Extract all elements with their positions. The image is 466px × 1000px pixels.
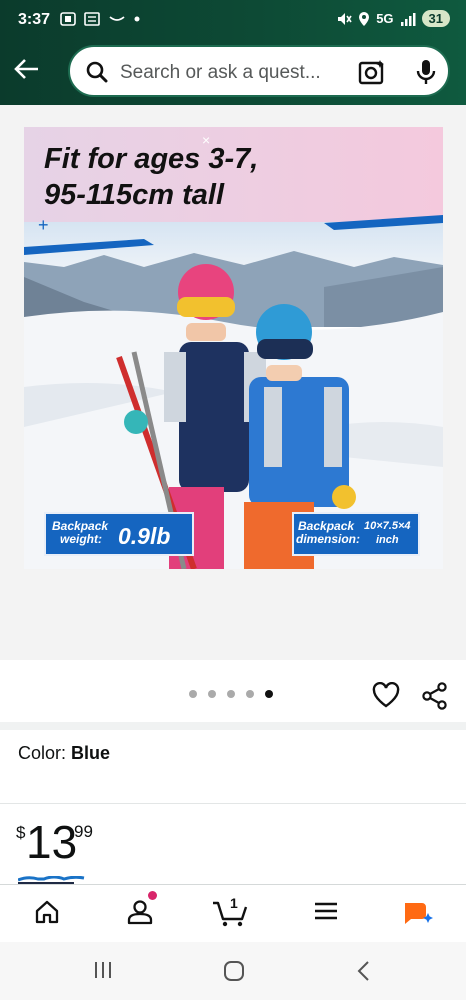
color-value: Blue [71, 743, 111, 763]
notification-dot [148, 891, 157, 900]
carousel-dot[interactable] [189, 690, 197, 698]
microphone-icon[interactable] [416, 59, 436, 85]
cart-count: 1 [230, 895, 238, 911]
status-bar: 3:37 5G 31 [0, 0, 466, 40]
news-icon [84, 12, 100, 26]
back-button-icon[interactable] [356, 960, 370, 982]
product-image[interactable]: + × Fit for ages 3-7, 95-115cm tall Back… [24, 127, 443, 569]
carousel-dot-active[interactable] [265, 690, 273, 698]
image-carousel-controls [0, 660, 466, 722]
menu-icon[interactable] [314, 899, 338, 923]
carousel-dot[interactable] [246, 690, 254, 698]
dot-icon [134, 16, 140, 22]
location-icon [359, 11, 370, 26]
back-arrow-icon[interactable] [14, 58, 40, 80]
network-type: 5G [376, 11, 394, 26]
mute-icon [338, 12, 352, 25]
price-fraction: 99 [74, 822, 93, 841]
search-icon[interactable] [86, 61, 108, 83]
product-image-area[interactable]: + × Fit for ages 3-7, 95-115cm tall Back… [0, 105, 466, 660]
home-icon[interactable] [34, 899, 60, 925]
camera-search-icon[interactable] [358, 59, 386, 85]
dimension-badge: Backpack dimension: 10×7.5×4 inch [292, 512, 420, 556]
prime-badge-partial [18, 876, 110, 884]
section-divider [0, 722, 466, 730]
price-whole: 13 [26, 816, 78, 868]
carousel-dot[interactable] [208, 690, 216, 698]
share-icon[interactable] [421, 682, 449, 710]
price-currency: $ [16, 823, 26, 842]
weight-badge: Backpack weight: 0.9lb [44, 512, 194, 556]
status-time: 3:37 [18, 11, 51, 28]
color-selection: Color: Blue [18, 743, 110, 764]
search-bar[interactable]: Search or ask a quest... [68, 45, 450, 97]
screenshot-icon [60, 12, 76, 26]
amazon-smile-icon [109, 16, 125, 21]
heart-icon[interactable] [372, 682, 400, 708]
svg-text:+: + [38, 215, 49, 235]
divider [0, 803, 466, 804]
battery-level: 31 [421, 10, 450, 27]
signal-icon [400, 12, 416, 26]
image-headline: Fit for ages 3-7, 95-115cm tall [44, 143, 259, 211]
rufus-icon[interactable] [402, 899, 436, 929]
search-input[interactable]: Search or ask a quest... [120, 62, 321, 84]
app-header: 3:37 5G 31 Search or ask a quest... [0, 0, 466, 105]
carousel-dot[interactable] [227, 690, 235, 698]
color-label: Color: [18, 743, 67, 763]
recent-apps-icon[interactable] [93, 961, 113, 979]
account-icon[interactable] [127, 899, 153, 925]
bottom-navigation [0, 884, 466, 942]
carousel-dots[interactable] [189, 690, 273, 698]
system-navigation-bar [0, 942, 466, 1000]
home-button-icon[interactable] [223, 960, 245, 982]
